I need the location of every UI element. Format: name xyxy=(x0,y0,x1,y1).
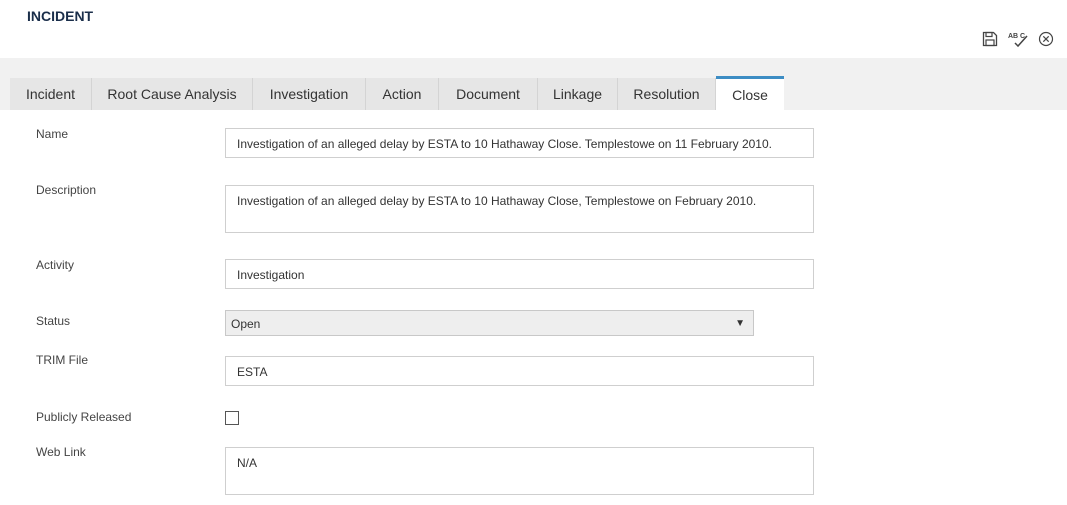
tab-label: Action xyxy=(382,86,422,102)
tab-incident[interactable]: Incident xyxy=(10,78,92,110)
spellcheck-icon[interactable]: AB C xyxy=(1007,30,1029,48)
status-selected-value: Open xyxy=(231,317,261,331)
status-label: Status xyxy=(36,314,71,328)
activity-field[interactable]: Investigation xyxy=(225,259,814,289)
status-select[interactable]: Open ▼ xyxy=(225,310,754,336)
tab-bar: Incident Root Cause Analysis Investigati… xyxy=(0,58,1067,110)
name-field[interactable]: Investigation of an alleged delay by EST… xyxy=(225,128,814,158)
save-icon[interactable] xyxy=(981,30,999,48)
page-title: INCIDENT xyxy=(27,8,94,24)
tab-label: Investigation xyxy=(269,86,349,102)
tab-action[interactable]: Action xyxy=(366,78,439,110)
tab-resolution[interactable]: Resolution xyxy=(618,78,716,110)
publicly-released-label: Publicly Released xyxy=(36,410,132,424)
tab-root-cause-analysis[interactable]: Root Cause Analysis xyxy=(92,78,253,110)
web-link-field[interactable]: N/A xyxy=(225,447,814,495)
tab-close[interactable]: Close xyxy=(716,76,784,110)
tab-document[interactable]: Document xyxy=(439,78,538,110)
name-label: Name xyxy=(36,127,69,141)
activity-label: Activity xyxy=(36,258,75,272)
dropdown-arrow-icon: ▼ xyxy=(735,318,745,329)
tab-investigation[interactable]: Investigation xyxy=(253,78,366,110)
publicly-released-checkbox[interactable] xyxy=(225,411,239,425)
tab-label: Document xyxy=(456,86,520,102)
tab-label: Incident xyxy=(25,86,76,102)
description-label: Description xyxy=(36,183,97,197)
tab-label: Close xyxy=(732,86,768,103)
tab-label: Root Cause Analysis xyxy=(107,86,237,102)
trim-file-label: TRIM File xyxy=(36,353,88,367)
spellcheck-glyph-text: AB C xyxy=(1008,33,1025,40)
close-form-panel xyxy=(10,110,1067,505)
tab-label: Resolution xyxy=(633,86,700,102)
web-link-label: Web Link xyxy=(36,445,86,459)
tab-linkage[interactable]: Linkage xyxy=(538,78,618,110)
close-circle-icon[interactable] xyxy=(1037,30,1055,48)
toolbar: AB C xyxy=(981,30,1061,48)
tab-label: Linkage xyxy=(552,86,603,102)
description-field[interactable]: Investigation of an alleged delay by EST… xyxy=(225,185,814,233)
trim-file-field[interactable]: ESTA xyxy=(225,356,814,386)
